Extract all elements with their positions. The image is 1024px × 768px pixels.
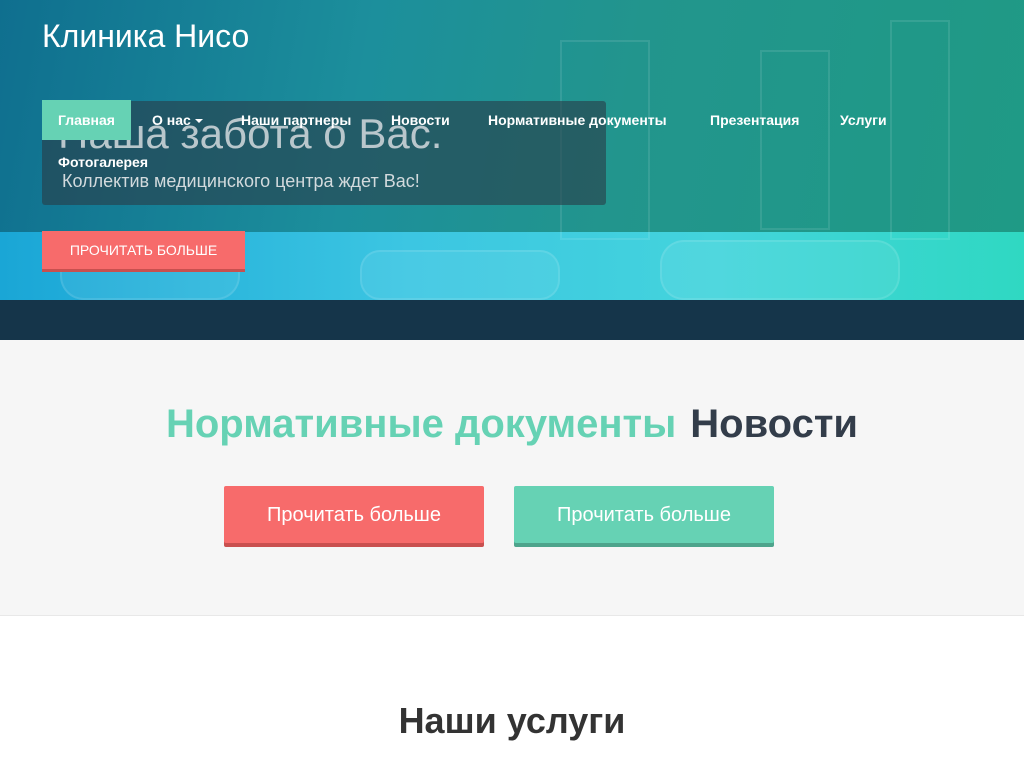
call-to-action-section: Нормативные документы Новости Прочитать б… bbox=[0, 340, 1024, 616]
nav-item-home[interactable]: Главная bbox=[42, 100, 131, 140]
nav-item-label: О нас bbox=[152, 112, 191, 128]
cta-headline: Нормативные документы Новости bbox=[0, 402, 1024, 447]
read-more-documents-button[interactable]: Прочитать больше bbox=[224, 486, 484, 543]
nav-item-label: Фотогалерея bbox=[58, 154, 148, 170]
dark-divider-band bbox=[0, 300, 1024, 340]
nav-item-label: Наши партнеры bbox=[241, 112, 352, 128]
cta-headline-rest: Новости bbox=[690, 402, 858, 446]
read-more-news-button[interactable]: Прочитать больше bbox=[514, 486, 774, 543]
nav-item-documents[interactable]: Нормативные документы bbox=[488, 112, 667, 128]
nav-item-label: Главная bbox=[58, 112, 115, 128]
caret-down-icon bbox=[194, 119, 203, 124]
nav-item-label: Услуги bbox=[840, 112, 887, 128]
nav-item-label: Новости bbox=[391, 112, 450, 128]
nav-item-presentation[interactable]: Презентация bbox=[710, 112, 799, 128]
nav-item-label: Нормативные документы bbox=[488, 112, 667, 128]
nav-item-news[interactable]: Новости bbox=[391, 112, 450, 128]
hero-banner: Наша забота о Вас. Коллектив медицинског… bbox=[0, 0, 1024, 300]
nav-item-partners[interactable]: Наши партнеры bbox=[241, 112, 351, 128]
nav-item-services[interactable]: Услуги bbox=[840, 112, 887, 128]
services-section-title: Наши услуги bbox=[398, 700, 626, 741]
cta-headline-accent: Нормативные документы bbox=[165, 402, 677, 446]
hero-read-more-button[interactable]: ПРОЧИТАТЬ БОЛЬШЕ bbox=[42, 231, 245, 269]
nav-item-about[interactable]: О нас bbox=[152, 112, 203, 128]
nav-item-gallery[interactable]: Фотогалерея bbox=[58, 154, 148, 170]
nav-item-label: Презентация bbox=[710, 112, 800, 128]
